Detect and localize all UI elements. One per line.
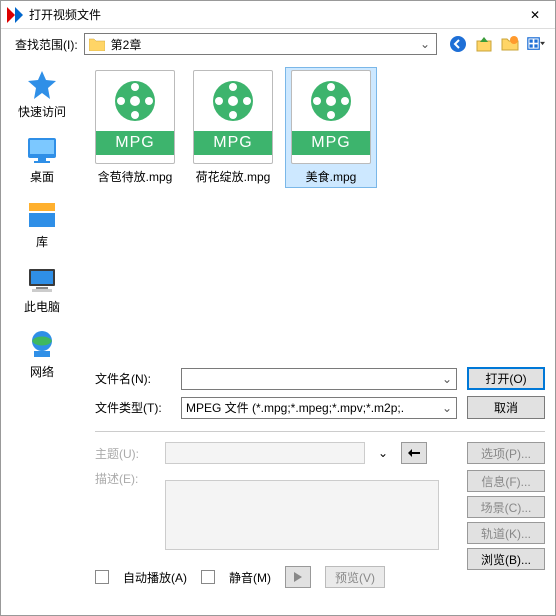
desc-textarea [165,480,439,550]
video-reel-icon [309,79,353,123]
lookin-label: 查找范围(I): [15,36,78,53]
chevron-down-icon: ⌄ [442,372,452,386]
chevron-down-icon: ⌄ [418,37,432,51]
filename-label: 文件名(N): [95,370,171,387]
computer-icon [26,264,58,296]
folder-icon [89,37,105,51]
file-name: 含苞待放.mpg [98,168,173,185]
new-folder-button[interactable] [501,35,519,53]
return-button[interactable] [401,442,427,464]
titlebar: 打开视频文件 ✕ [1,1,555,29]
divider [95,431,545,432]
sidebar-item-label: 网络 [30,363,54,380]
back-button[interactable] [449,35,467,53]
toolbar: 查找范围(I): 第2章 ⌄ [1,29,555,59]
filename-input[interactable]: ⌄ [181,368,457,390]
file-list[interactable]: MPG 含苞待放.mpg MPG 荷花绽放.mpg MPG 美食.mpg [83,59,555,359]
cancel-button[interactable]: 取消 [467,396,545,419]
autoplay-label: 自动播放(A) [123,569,187,586]
window-title: 打开视频文件 [29,6,515,23]
lookin-value: 第2章 [111,36,418,53]
sidebar-item-quickaccess[interactable]: 快速访问 [7,65,77,124]
video-reel-icon [211,79,255,123]
sidebar-item-label: 库 [36,233,48,250]
libraries-icon [26,199,58,231]
file-thumbnail: MPG [193,70,273,164]
filetype-select[interactable]: MPEG 文件 (*.mpg;*.mpeg;*.mpv;*.m2p;.⌄ [181,397,457,419]
sidebar-item-label: 桌面 [30,168,54,185]
close-button[interactable]: ✕ [515,1,555,28]
subject-input [165,442,365,464]
file-item[interactable]: MPG 荷花绽放.mpg [187,67,279,188]
sidebar-item-libraries[interactable]: 库 [7,195,77,254]
desktop-icon [26,134,58,166]
play-button[interactable] [285,566,311,588]
file-name: 美食.mpg [306,168,357,185]
file-item[interactable]: MPG 含苞待放.mpg [89,67,181,188]
places-sidebar: 快速访问 桌面 库 此电脑 网络 [1,59,83,359]
file-thumbnail: MPG [291,70,371,164]
filetype-label: 文件类型(T): [95,399,171,416]
file-item[interactable]: MPG 美食.mpg [285,67,377,188]
options-button[interactable]: 选项(P)... [467,442,545,464]
sidebar-item-thispc[interactable]: 此电脑 [7,260,77,319]
star-icon [26,69,58,101]
mute-checkbox[interactable] [201,570,215,584]
open-button[interactable]: 打开(O) [467,367,545,390]
view-menu-button[interactable] [527,35,545,53]
sidebar-item-network[interactable]: 网络 [7,325,77,384]
video-reel-icon [113,79,157,123]
file-name: 荷花绽放.mpg [196,168,271,185]
file-ext-badge: MPG [96,131,174,155]
file-ext-badge: MPG [292,131,370,155]
subject-dropdown-button: ⌄ [375,443,391,463]
sidebar-item-label: 此电脑 [24,298,60,315]
preview-button[interactable]: 预览(V) [325,566,385,588]
sidebar-item-label: 快速访问 [18,103,66,120]
file-thumbnail: MPG [95,70,175,164]
up-button[interactable] [475,35,493,53]
network-icon [26,329,58,361]
app-logo-icon [7,7,23,23]
file-ext-badge: MPG [194,131,272,155]
chevron-down-icon: ⌄ [442,401,452,415]
subject-label: 主题(U): [95,445,155,462]
sidebar-item-desktop[interactable]: 桌面 [7,130,77,189]
close-icon: ✕ [530,8,540,22]
mute-label: 静音(M) [229,569,271,586]
autoplay-checkbox[interactable] [95,570,109,584]
lookin-combo[interactable]: 第2章 ⌄ [84,33,437,55]
